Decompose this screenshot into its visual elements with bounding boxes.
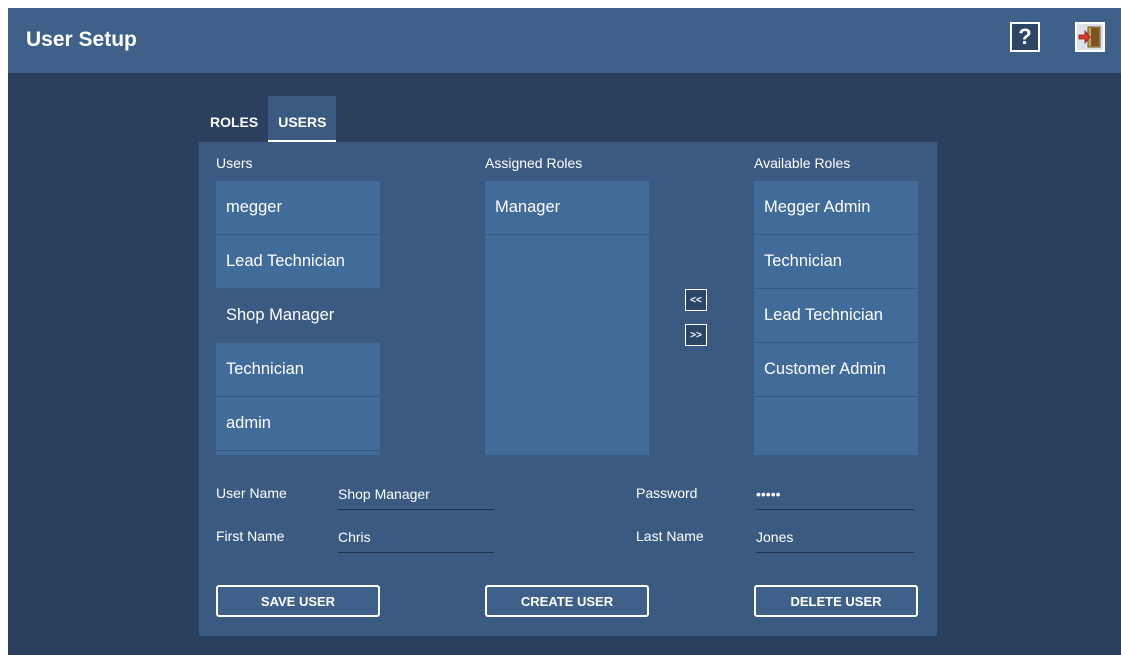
user-list-item[interactable]: admin bbox=[216, 397, 380, 451]
save-user-button[interactable]: SAVE USER bbox=[216, 585, 380, 617]
firstname-field[interactable]: Chris bbox=[338, 528, 494, 553]
user-setup-panel: Users Assigned Roles Available Roles meg… bbox=[199, 142, 937, 636]
available-roles-column-label: Available Roles bbox=[754, 155, 851, 171]
lastname-label: Last Name bbox=[636, 528, 704, 544]
assigned-role-item[interactable]: Manager bbox=[485, 181, 649, 235]
help-button[interactable]: ? bbox=[1010, 22, 1040, 52]
exit-door-icon bbox=[1078, 26, 1101, 48]
user-list-item[interactable]: megger bbox=[216, 181, 380, 235]
firstname-label: First Name bbox=[216, 528, 285, 544]
available-role-item[interactable]: Megger Admin bbox=[754, 181, 918, 235]
help-icon: ? bbox=[1018, 24, 1032, 49]
move-right-button[interactable]: >> bbox=[685, 324, 707, 346]
lastname-field[interactable]: Jones bbox=[756, 528, 914, 553]
user-list-item[interactable]: Lead Technician bbox=[216, 235, 380, 289]
users-list-filler bbox=[216, 451, 380, 455]
delete-user-button[interactable]: DELETE USER bbox=[754, 585, 918, 617]
user-setup-window: User Setup ? ROLES USERS Users Assigned … bbox=[8, 8, 1121, 655]
user-list-item-selected[interactable]: Shop Manager bbox=[216, 289, 380, 343]
username-field[interactable]: Shop Manager bbox=[338, 485, 494, 510]
tab-bar: ROLES USERS bbox=[200, 96, 337, 142]
users-column-label: Users bbox=[216, 155, 253, 171]
move-left-button[interactable]: << bbox=[685, 289, 707, 311]
available-role-item[interactable]: Lead Technician bbox=[754, 289, 918, 343]
username-label: User Name bbox=[216, 485, 287, 501]
assigned-roles-list[interactable]: Manager bbox=[485, 181, 649, 455]
exit-button[interactable] bbox=[1075, 22, 1105, 52]
users-list[interactable]: megger Lead Technician Shop Manager Tech… bbox=[216, 181, 380, 455]
available-roles-list[interactable]: Megger Admin Technician Lead Technician … bbox=[754, 181, 918, 455]
page-title: User Setup bbox=[26, 28, 137, 51]
available-role-item[interactable]: Technician bbox=[754, 235, 918, 289]
password-label: Password bbox=[636, 485, 698, 501]
tab-roles[interactable]: ROLES bbox=[200, 96, 268, 142]
user-list-item[interactable]: Technician bbox=[216, 343, 380, 397]
available-role-item[interactable]: Customer Admin bbox=[754, 343, 918, 397]
password-field[interactable]: ••••• bbox=[756, 485, 914, 510]
tab-users[interactable]: USERS bbox=[268, 96, 337, 142]
create-user-button[interactable]: CREATE USER bbox=[485, 585, 649, 617]
title-bar: User Setup ? bbox=[8, 8, 1121, 73]
assigned-roles-column-label: Assigned Roles bbox=[485, 155, 583, 171]
